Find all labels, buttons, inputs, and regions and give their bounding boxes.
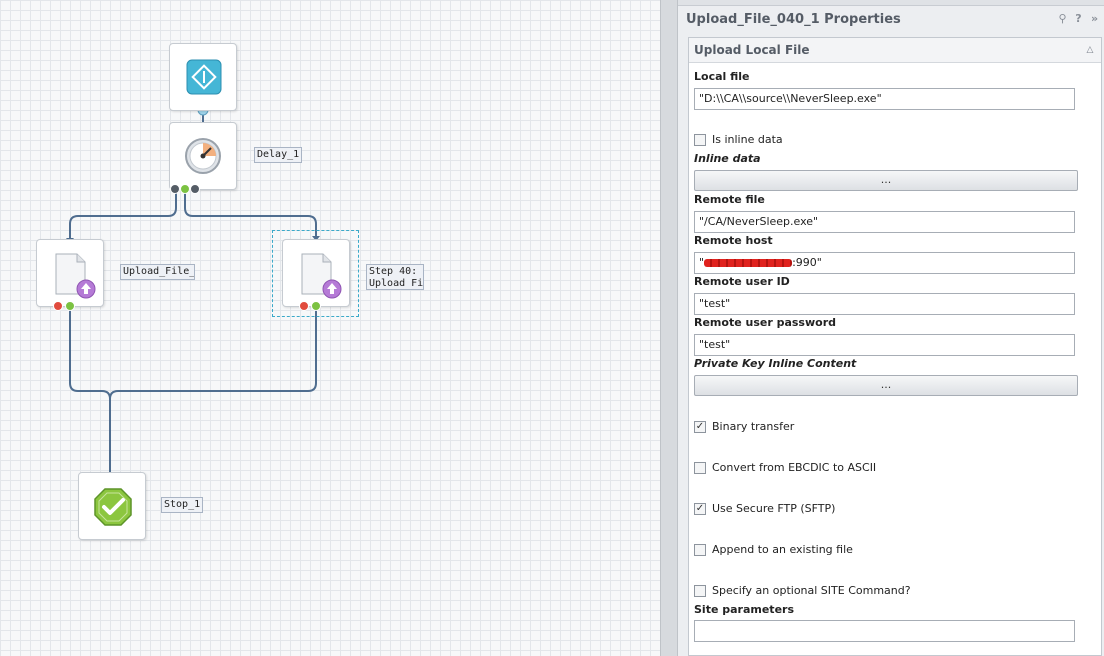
is-inline-data-row[interactable]: Is inline data	[694, 133, 783, 146]
upload-file-icon	[301, 253, 342, 299]
remote-user-input[interactable]: "test"	[694, 293, 1075, 315]
connector-upload-right-stop	[109, 308, 317, 400]
delay-port-success[interactable]	[180, 184, 190, 194]
upload-left-node[interactable]	[36, 239, 104, 307]
start-node[interactable]	[169, 43, 237, 111]
append-row[interactable]: Append to an existing file	[694, 543, 853, 556]
sftp-label: Use Secure FTP (SFTP)	[712, 502, 836, 515]
upload-right-success-port[interactable]	[311, 301, 321, 311]
stop-node-label[interactable]: Stop_1	[161, 497, 203, 513]
help-icon[interactable]: ?	[1072, 12, 1085, 26]
panel-splitter[interactable]	[660, 0, 678, 656]
binary-transfer-label: Binary transfer	[712, 420, 795, 433]
upload-left-fail-port[interactable]	[53, 301, 63, 311]
site-params-input[interactable]	[694, 620, 1075, 642]
connector-delay-upload-right	[184, 190, 317, 238]
section-header[interactable]: Upload Local File △	[689, 38, 1101, 63]
collapse-section-icon[interactable]: △	[1083, 45, 1097, 55]
binary-transfer-checkbox[interactable]: ✓	[694, 420, 706, 433]
site-command-row[interactable]: Specify an optional SITE Command?	[694, 584, 911, 597]
private-key-label: Private Key Inline Content	[694, 357, 857, 370]
delay-port-2[interactable]	[190, 184, 200, 194]
ebcdic-checkbox[interactable]	[694, 461, 706, 474]
upload-left-label[interactable]: Upload_File_1	[120, 264, 195, 280]
remote-file-label: Remote file	[694, 193, 765, 206]
upload-local-file-section: Upload Local File △ Local file "D:\\CA\\…	[688, 37, 1102, 656]
delay-node[interactable]	[169, 122, 237, 190]
sftp-row[interactable]: ✓ Use Secure FTP (SFTP)	[694, 502, 835, 515]
remote-file-input[interactable]: "/CA/NeverSleep.exe"	[694, 211, 1075, 233]
ebcdic-row[interactable]: Convert from EBCDIC to ASCII	[694, 461, 876, 474]
ebcdic-label: Convert from EBCDIC to ASCII	[712, 461, 877, 474]
append-checkbox[interactable]	[694, 543, 706, 556]
speedometer-icon	[185, 138, 221, 174]
upload-right-label[interactable]: Step 40: Upload File	[366, 264, 424, 290]
private-key-button[interactable]: ...	[694, 375, 1078, 396]
remote-password-input[interactable]: "test"	[694, 334, 1075, 356]
local-file-input[interactable]: "D:\\CA\\source\\NeverSleep.exe"	[694, 88, 1075, 110]
delay-node-label[interactable]: Delay_1	[254, 147, 302, 163]
site-command-checkbox[interactable]	[694, 584, 706, 597]
remote-host-label: Remote host	[694, 234, 773, 247]
panel-header: Upload_File_040_1 Properties ⚲ ? »	[678, 6, 1104, 32]
is-inline-data-label: Is inline data	[712, 133, 783, 146]
stop-node[interactable]	[78, 472, 146, 540]
inline-data-button[interactable]: ...	[694, 170, 1078, 191]
redacted-host	[704, 259, 793, 267]
site-params-label: Site parameters	[694, 603, 794, 616]
remote-host-suffix: :990"	[792, 256, 822, 269]
append-label: Append to an existing file	[712, 543, 853, 556]
section-title: Upload Local File	[694, 43, 810, 57]
upload-right-fail-port[interactable]	[299, 301, 309, 311]
workflow-canvas[interactable]: Delay_1 Upload_File_1 Step 40: Upload Fi…	[0, 0, 660, 656]
connectors	[66, 104, 320, 477]
connector-delay-upload-left	[69, 190, 177, 240]
panel-title: Upload_File_040_1 Properties	[686, 11, 901, 27]
start-icon	[186, 59, 222, 95]
delay-port-1[interactable]	[170, 184, 180, 194]
upload-file-icon	[55, 253, 96, 299]
stop-success-icon	[94, 488, 132, 526]
remote-user-label: Remote user ID	[694, 275, 790, 288]
local-file-label: Local file	[694, 70, 750, 83]
site-command-label: Specify an optional SITE Command?	[712, 584, 911, 597]
sftp-checkbox[interactable]: ✓	[694, 502, 706, 515]
remote-password-label: Remote user password	[694, 316, 837, 329]
upload-right-node[interactable]	[282, 239, 350, 307]
collapse-panel-icon[interactable]: »	[1088, 12, 1101, 26]
binary-transfer-row[interactable]: ✓ Binary transfer	[694, 420, 794, 433]
upload-left-success-port[interactable]	[65, 301, 75, 311]
inline-data-label: Inline data	[694, 152, 761, 165]
remote-host-input[interactable]: ":990"	[694, 252, 1075, 274]
connector-upload-left-stop	[69, 308, 111, 474]
pin-icon[interactable]: ⚲	[1056, 12, 1069, 26]
properties-panel: Upload_File_040_1 Properties ⚲ ? » Uploa…	[678, 0, 1104, 656]
is-inline-data-checkbox[interactable]	[694, 133, 706, 146]
